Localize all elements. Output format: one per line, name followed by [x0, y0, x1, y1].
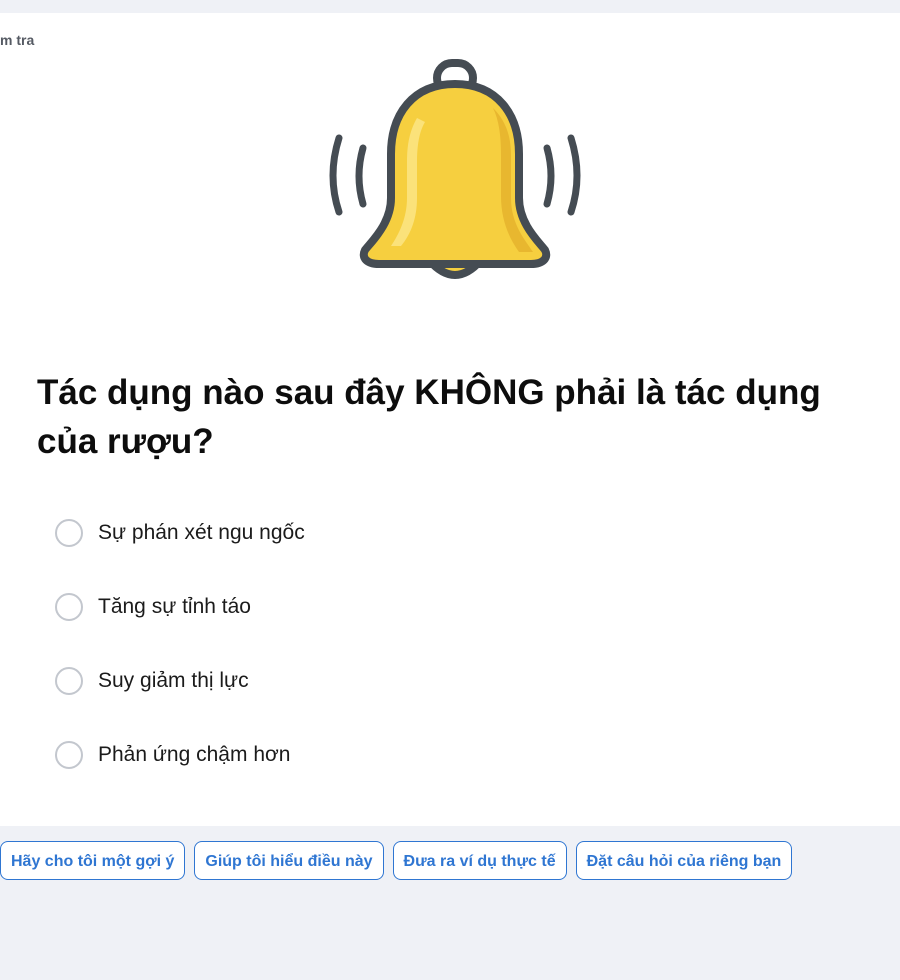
- answer-option-label: Suy giảm thị lực: [98, 669, 249, 692]
- real-example-button[interactable]: Đưa ra ví dụ thực tế: [392, 841, 567, 880]
- radio-button[interactable]: [55, 741, 83, 769]
- question-text: Tác dụng nào sau đây KHÔNG phải là tác d…: [37, 373, 821, 461]
- radio-button[interactable]: [55, 667, 83, 695]
- answer-option-label: Sự phán xét ngu ngốc: [98, 521, 305, 544]
- explain-button[interactable]: Giúp tôi hiểu điều này: [194, 841, 384, 880]
- ask-own-question-button[interactable]: Đặt câu hỏi của riêng bạn: [575, 841, 793, 880]
- answer-option-label: Phản ứng chậm hơn: [98, 743, 291, 766]
- radio-button[interactable]: [55, 519, 83, 547]
- hint-button[interactable]: Hãy cho tôi một gợi ý: [0, 841, 186, 880]
- radio-button[interactable]: [55, 593, 83, 621]
- card-header-label: m tra: [0, 32, 35, 48]
- bell-icon: [329, 59, 581, 279]
- suggestion-chips: Hãy cho tôi một gợi ý Giúp tôi hiểu điều…: [0, 841, 793, 882]
- answer-option-label: Tăng sự tỉnh táo: [98, 595, 251, 618]
